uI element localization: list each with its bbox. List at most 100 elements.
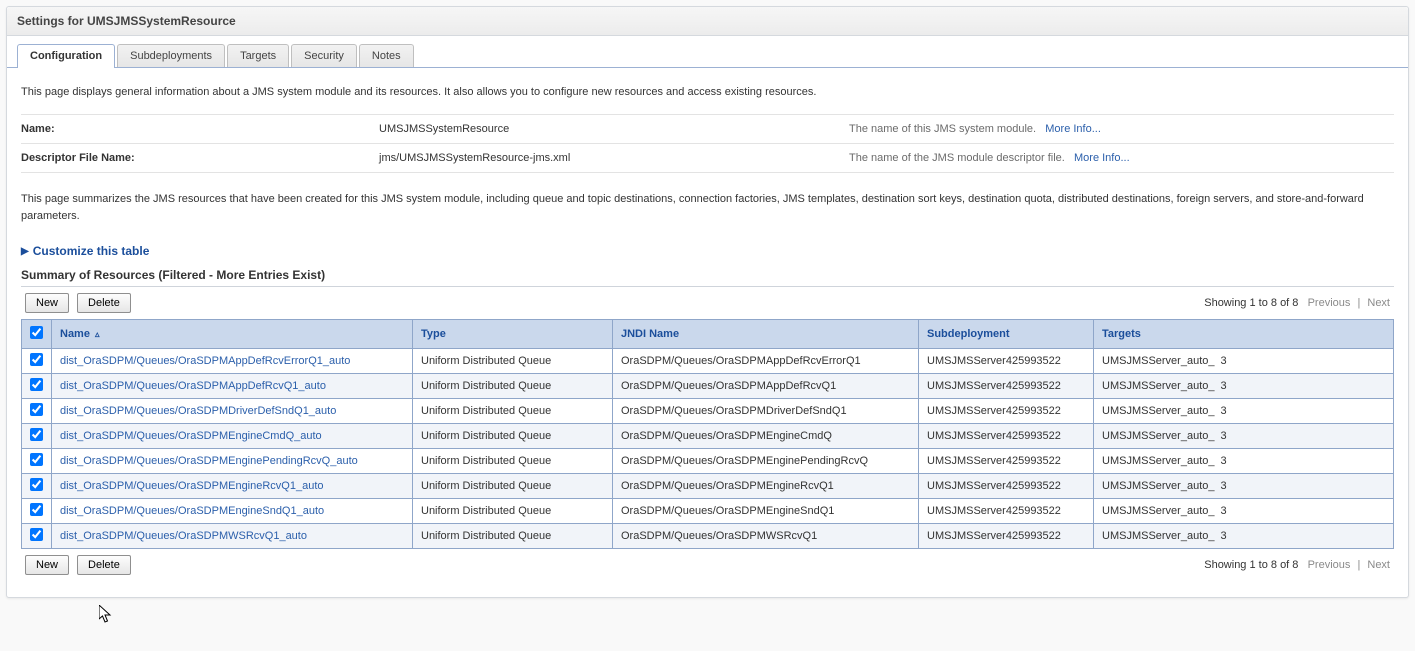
row-jndi-cell: OraSDPM/Queues/OraSDPMEngineSndQ1: [613, 499, 919, 524]
row-checkbox-cell[interactable]: [22, 474, 52, 499]
header-select-all[interactable]: [22, 320, 52, 349]
row-checkbox[interactable]: [30, 503, 43, 516]
row-targets-cell: UMSJMSServer_auto_3: [1094, 499, 1394, 524]
row-checkbox[interactable]: [30, 378, 43, 391]
info-name-label: Name:: [21, 123, 379, 135]
tab-configuration[interactable]: Configuration: [17, 44, 115, 67]
header-name[interactable]: Name ▵: [52, 320, 413, 349]
row-checkbox-cell[interactable]: [22, 524, 52, 549]
pager-bottom: Showing 1 to 8 of 8 Previous | Next: [1204, 559, 1390, 571]
row-checkbox-cell[interactable]: [22, 349, 52, 374]
row-type-cell: Uniform Distributed Queue: [413, 399, 613, 424]
row-checkbox[interactable]: [30, 403, 43, 416]
row-targets-cell: UMSJMSServer_auto_3: [1094, 524, 1394, 549]
resource-name-link[interactable]: dist_OraSDPM/Queues/OraSDPMAppDefRcvQ1_a…: [60, 380, 326, 392]
info-name-hint-text: The name of this JMS system module.: [849, 123, 1036, 135]
row-subdeployment-cell: UMSJMSServer425993522: [919, 524, 1094, 549]
row-name-cell: dist_OraSDPM/Queues/OraSDPMAppDefRcvQ1_a…: [52, 374, 413, 399]
row-subdeployment-cell: UMSJMSServer425993522: [919, 474, 1094, 499]
row-checkbox-cell[interactable]: [22, 499, 52, 524]
row-targets-cell: UMSJMSServer_auto_3: [1094, 424, 1394, 449]
info-desc-value: jms/UMSJMSSystemResource-jms.xml: [379, 152, 849, 164]
mouse-cursor-icon: [99, 605, 115, 625]
row-checkbox-cell[interactable]: [22, 374, 52, 399]
table-row: dist_OraSDPM/Queues/OraSDPMEngineCmdQ_au…: [22, 424, 1394, 449]
row-targets-cell: UMSJMSServer_auto_3: [1094, 399, 1394, 424]
tab-notes[interactable]: Notes: [359, 44, 414, 67]
customize-table-link[interactable]: ▶ Customize this table: [21, 244, 149, 258]
row-jndi-cell: OraSDPM/Queues/OraSDPMAppDefRcvQ1: [613, 374, 919, 399]
info-name-value: UMSJMSSystemResource: [379, 123, 849, 135]
row-type-cell: Uniform Distributed Queue: [413, 349, 613, 374]
row-checkbox[interactable]: [30, 453, 43, 466]
toolbar-top: New Delete Showing 1 to 8 of 8 Previous …: [21, 286, 1394, 319]
header-subdeployment[interactable]: Subdeployment: [919, 320, 1094, 349]
header-targets[interactable]: Targets: [1094, 320, 1394, 349]
resource-name-link[interactable]: dist_OraSDPM/Queues/OraSDPMEngineCmdQ_au…: [60, 430, 322, 442]
row-checkbox[interactable]: [30, 428, 43, 441]
row-targets-cell: UMSJMSServer_auto_3: [1094, 349, 1394, 374]
summary-description: This page summarizes the JMS resources t…: [21, 191, 1394, 224]
row-jndi-cell: OraSDPM/Queues/OraSDPMDriverDefSndQ1: [613, 399, 919, 424]
info-name-hint: The name of this JMS system module. More…: [849, 123, 1394, 135]
info-desc-label: Descriptor File Name:: [21, 152, 379, 164]
resource-name-link[interactable]: dist_OraSDPM/Queues/OraSDPMEnginePending…: [60, 455, 358, 467]
row-name-cell: dist_OraSDPM/Queues/OraSDPMAppDefRcvErro…: [52, 349, 413, 374]
header-type[interactable]: Type: [413, 320, 613, 349]
row-name-cell: dist_OraSDPM/Queues/OraSDPMEngineCmdQ_au…: [52, 424, 413, 449]
table-row: dist_OraSDPM/Queues/OraSDPMDriverDefSndQ…: [22, 399, 1394, 424]
row-checkbox[interactable]: [30, 353, 43, 366]
row-name-cell: dist_OraSDPM/Queues/OraSDPMWSRcvQ1_auto: [52, 524, 413, 549]
new-button[interactable]: New: [25, 293, 69, 313]
sort-asc-icon: ▵: [95, 329, 100, 339]
resource-name-link[interactable]: dist_OraSDPM/Queues/OraSDPMWSRcvQ1_auto: [60, 530, 307, 542]
tab-bar: ConfigurationSubdeploymentsTargetsSecuri…: [7, 36, 1408, 68]
more-info-link[interactable]: More Info...: [1074, 152, 1130, 164]
delete-button[interactable]: Delete: [77, 555, 131, 575]
tab-targets[interactable]: Targets: [227, 44, 289, 67]
table-row: dist_OraSDPM/Queues/OraSDPMEnginePending…: [22, 449, 1394, 474]
row-targets-cell: UMSJMSServer_auto_3: [1094, 449, 1394, 474]
summary-title: Summary of Resources (Filtered - More En…: [21, 268, 1394, 282]
resources-table: Name ▵ Type JNDI Name Subdeployment Targ…: [21, 319, 1394, 549]
table-row: dist_OraSDPM/Queues/OraSDPMAppDefRcvErro…: [22, 349, 1394, 374]
info-desc-hint-text: The name of the JMS module descriptor fi…: [849, 152, 1065, 164]
table-row: dist_OraSDPM/Queues/OraSDPMEngineSndQ1_a…: [22, 499, 1394, 524]
tab-subdeployments[interactable]: Subdeployments: [117, 44, 225, 67]
row-checkbox[interactable]: [30, 528, 43, 541]
info-desc-hint: The name of the JMS module descriptor fi…: [849, 152, 1394, 164]
row-type-cell: Uniform Distributed Queue: [413, 474, 613, 499]
delete-button[interactable]: Delete: [77, 293, 131, 313]
info-row-name: Name: UMSJMSSystemResource The name of t…: [21, 114, 1394, 144]
info-row-descriptor: Descriptor File Name: jms/UMSJMSSystemRe…: [21, 144, 1394, 173]
row-checkbox-cell[interactable]: [22, 399, 52, 424]
resource-name-link[interactable]: dist_OraSDPM/Queues/OraSDPMDriverDefSndQ…: [60, 405, 336, 417]
customize-label: Customize this table: [33, 244, 150, 258]
row-subdeployment-cell: UMSJMSServer425993522: [919, 374, 1094, 399]
toolbar-bottom: New Delete Showing 1 to 8 of 8 Previous …: [21, 549, 1394, 581]
row-subdeployment-cell: UMSJMSServer425993522: [919, 349, 1094, 374]
resource-name-link[interactable]: dist_OraSDPM/Queues/OraSDPMEngineRcvQ1_a…: [60, 480, 324, 492]
row-subdeployment-cell: UMSJMSServer425993522: [919, 399, 1094, 424]
row-subdeployment-cell: UMSJMSServer425993522: [919, 449, 1094, 474]
header-jndi[interactable]: JNDI Name: [613, 320, 919, 349]
pager-top: Showing 1 to 8 of 8 Previous | Next: [1204, 297, 1390, 309]
resource-name-link[interactable]: dist_OraSDPM/Queues/OraSDPMEngineSndQ1_a…: [60, 505, 324, 517]
pager-prev: Previous: [1308, 297, 1351, 309]
select-all-checkbox[interactable]: [30, 326, 43, 339]
row-checkbox[interactable]: [30, 478, 43, 491]
row-subdeployment-cell: UMSJMSServer425993522: [919, 424, 1094, 449]
new-button[interactable]: New: [25, 555, 69, 575]
resource-name-link[interactable]: dist_OraSDPM/Queues/OraSDPMAppDefRcvErro…: [60, 355, 350, 367]
row-type-cell: Uniform Distributed Queue: [413, 524, 613, 549]
tab-security[interactable]: Security: [291, 44, 357, 67]
row-name-cell: dist_OraSDPM/Queues/OraSDPMEnginePending…: [52, 449, 413, 474]
row-checkbox-cell[interactable]: [22, 449, 52, 474]
row-name-cell: dist_OraSDPM/Queues/OraSDPMDriverDefSndQ…: [52, 399, 413, 424]
row-checkbox-cell[interactable]: [22, 424, 52, 449]
settings-panel: Settings for UMSJMSSystemResource Config…: [6, 6, 1409, 598]
pager-prev: Previous: [1308, 559, 1351, 571]
more-info-link[interactable]: More Info...: [1045, 123, 1101, 135]
triangle-icon: ▶: [21, 246, 29, 257]
table-row: dist_OraSDPM/Queues/OraSDPMWSRcvQ1_auto U…: [22, 524, 1394, 549]
